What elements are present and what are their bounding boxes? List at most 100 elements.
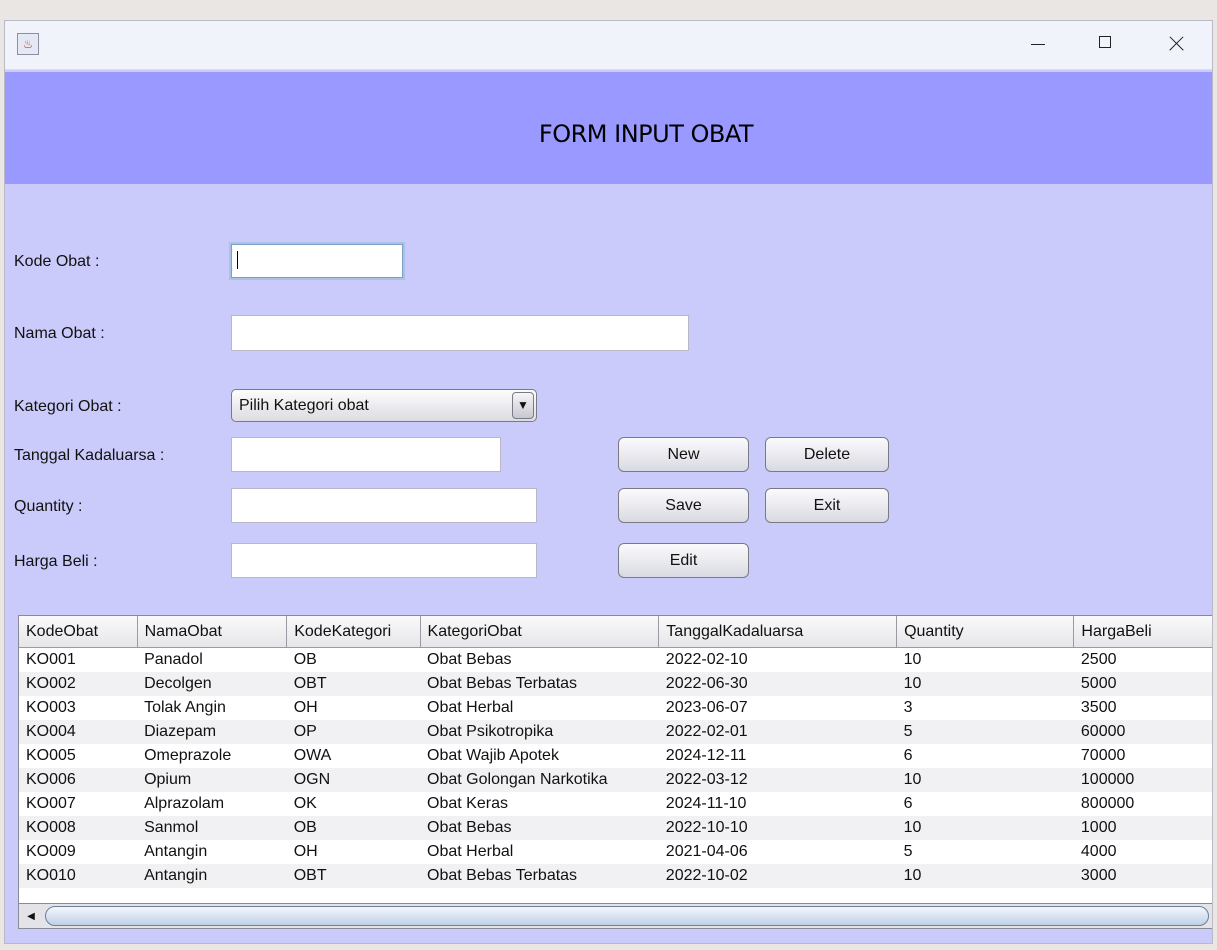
quantity-input[interactable] bbox=[231, 488, 537, 523]
maximize-button[interactable] bbox=[1070, 21, 1140, 67]
table-cell: 5 bbox=[896, 720, 1074, 744]
table-cell: OBT bbox=[286, 864, 421, 888]
table-cell: Opium bbox=[137, 768, 287, 792]
table-cell: Alprazolam bbox=[144, 795, 225, 812]
title-bar: ♨ bbox=[5, 21, 1212, 70]
table-cell: KO005 bbox=[26, 747, 76, 764]
obat-table[interactable]: KodeObat NamaObat KodeKategori KategoriO… bbox=[18, 615, 1212, 923]
table-cell: Antangin bbox=[144, 843, 208, 860]
column-header-namaobat[interactable]: NamaObat bbox=[137, 616, 288, 648]
header-panel: FORM INPUT OBAT bbox=[5, 72, 1212, 184]
table-row[interactable]: KO008 Sanmol OB Obat Bebas 2022-10-10 10 1000 bbox=[19, 816, 1212, 840]
edit-button[interactable]: Edit bbox=[618, 543, 749, 578]
nama-obat-label: Nama Obat : bbox=[14, 325, 105, 342]
table-cell: KO006 bbox=[19, 768, 138, 792]
table-cell: 2024-11-10 bbox=[665, 795, 747, 812]
exit-button[interactable]: Exit bbox=[765, 488, 889, 523]
table-row[interactable]: KO004 Diazepam OP Obat Psikotropika 2022-02-… bbox=[19, 720, 1212, 744]
table-cell: 10 bbox=[896, 816, 1074, 840]
nama-obat-input[interactable] bbox=[231, 315, 689, 351]
table-cell: 4000 bbox=[1080, 843, 1117, 860]
table-cell: OWA bbox=[293, 747, 332, 764]
table-cell: OB bbox=[293, 651, 317, 668]
table-row[interactable]: KO005 Omeprazole OWA Obat Wajib Apotek 2024-… bbox=[19, 744, 1212, 768]
table-cell: 2023-06-07 bbox=[665, 699, 748, 716]
kategori-obat-select[interactable]: Pilih Kategori obat ▼ bbox=[231, 389, 537, 422]
table-cell: 100000 bbox=[1073, 768, 1212, 792]
table-row[interactable]: KO001 Panadol OB Obat Bebas 2022-02-10 10 2500 bbox=[19, 648, 1212, 673]
table-cell: OK bbox=[293, 795, 317, 812]
table-cell: Obat Herbal bbox=[427, 843, 514, 860]
column-header-kodeobat[interactable]: KodeObat bbox=[19, 616, 138, 648]
save-button[interactable]: Save bbox=[618, 488, 749, 523]
kategori-obat-label: Kategori Obat : bbox=[14, 398, 122, 415]
table-cell: 2024-12-11 bbox=[665, 747, 747, 764]
kode-obat-label: Kode Obat : bbox=[14, 253, 100, 270]
column-header-quantity[interactable]: Quantity bbox=[896, 616, 1075, 648]
table-cell: 1000 bbox=[1073, 816, 1212, 840]
kode-obat-input[interactable] bbox=[229, 242, 405, 280]
table-cell: 60000 bbox=[1073, 720, 1212, 744]
table-cell: Panadol bbox=[144, 651, 203, 668]
quantity-label: Quantity : bbox=[14, 498, 83, 515]
harga-beli-label: Harga Beli : bbox=[14, 553, 98, 570]
table-cell: Antangin bbox=[137, 864, 287, 888]
table-cell: 5 bbox=[903, 843, 913, 860]
table-cell: OGN bbox=[286, 768, 421, 792]
table-cell: 6 bbox=[903, 795, 913, 812]
table-cell: 2022-10-02 bbox=[658, 864, 897, 888]
table-cell: KO003 bbox=[26, 699, 76, 716]
tanggal-kadaluarsa-input[interactable] bbox=[231, 437, 501, 472]
close-button[interactable] bbox=[1141, 21, 1211, 67]
table-cell: Decolgen bbox=[137, 672, 287, 696]
table-cell: Obat Keras bbox=[427, 795, 508, 812]
table-cell: Obat Psikotropika bbox=[420, 720, 659, 744]
table-cell: OH bbox=[293, 699, 318, 716]
app-window: ♨ FORM INPUT OBAT Kode Obat : Nama Obat … bbox=[4, 20, 1213, 944]
table-cell: 2022-10-10 bbox=[658, 816, 897, 840]
minimize-button[interactable] bbox=[1003, 21, 1073, 67]
kategori-selected-value: Pilih Kategori obat bbox=[239, 397, 369, 414]
table-cell: 800000 bbox=[1080, 795, 1135, 812]
horizontal-scrollbar[interactable]: ◀ bbox=[18, 903, 1212, 929]
table-row[interactable]: KO009 Antangin OH Obat Herbal 2021-04-06 5 400… bbox=[19, 840, 1212, 864]
table-cell: Obat Bebas bbox=[427, 651, 512, 668]
table-row[interactable]: KO007 Alprazolam OK Obat Keras 2024-11-10 6 80… bbox=[19, 792, 1212, 816]
column-header-tanggalkadaluarsa[interactable]: TanggalKadaluarsa bbox=[658, 616, 898, 648]
scrollbar-thumb[interactable] bbox=[45, 906, 1209, 926]
table-cell: 2022-06-30 bbox=[658, 672, 897, 696]
table-row[interactable]: KO002 Decolgen OBT Obat Bebas Terbatas 2022-… bbox=[19, 672, 1212, 696]
table-cell: Obat Wajib Apotek bbox=[427, 747, 559, 764]
table-cell: 3000 bbox=[1073, 864, 1212, 888]
table-header-row: KodeObat NamaObat KodeKategori KategoriO… bbox=[19, 616, 1212, 648]
table-cell: KO002 bbox=[19, 672, 138, 696]
table-cell: OH bbox=[293, 843, 318, 860]
chevron-down-icon[interactable]: ▼ bbox=[512, 392, 534, 419]
scroll-left-icon[interactable]: ◀ bbox=[22, 909, 40, 925]
java-cup-icon[interactable]: ♨ bbox=[17, 33, 39, 55]
table-cell: 5000 bbox=[1073, 672, 1212, 696]
table-cell: KO008 bbox=[19, 816, 138, 840]
column-header-kodekategori[interactable]: KodeKategori bbox=[286, 616, 421, 648]
tanggal-kadaluarsa-label: Tanggal Kadaluarsa : bbox=[14, 447, 165, 464]
table-cell: Omeprazole bbox=[144, 747, 232, 764]
table-cell: 10 bbox=[896, 672, 1074, 696]
text-caret bbox=[237, 251, 238, 269]
table-cell: Obat Bebas Terbatas bbox=[420, 864, 659, 888]
column-header-kategoriobat[interactable]: KategoriObat bbox=[420, 616, 660, 648]
table-row[interactable]: KO003 Tolak Angin OH Obat Herbal 2023-06-07 3… bbox=[19, 696, 1212, 720]
table-cell: KO007 bbox=[26, 795, 76, 812]
table-row[interactable]: KO010 Antangin OBT Obat Bebas Terbatas 2022-… bbox=[19, 864, 1212, 888]
column-header-hargabeli[interactable]: HargaBeli bbox=[1073, 616, 1212, 648]
table-cell: 2022-02-10 bbox=[665, 651, 748, 668]
table-cell: 3500 bbox=[1080, 699, 1117, 716]
table-cell: OP bbox=[286, 720, 421, 744]
table-row[interactable]: KO006 Opium OGN Obat Golongan Narkotika 2022… bbox=[19, 768, 1212, 792]
table-cell: 2021-04-06 bbox=[665, 843, 748, 860]
delete-button[interactable]: Delete bbox=[765, 437, 889, 472]
harga-beli-input[interactable] bbox=[231, 543, 537, 578]
new-button[interactable]: New bbox=[618, 437, 749, 472]
table-cell: 2022-02-01 bbox=[658, 720, 897, 744]
table-cell: 70000 bbox=[1080, 747, 1126, 764]
table-cell: KO010 bbox=[19, 864, 138, 888]
